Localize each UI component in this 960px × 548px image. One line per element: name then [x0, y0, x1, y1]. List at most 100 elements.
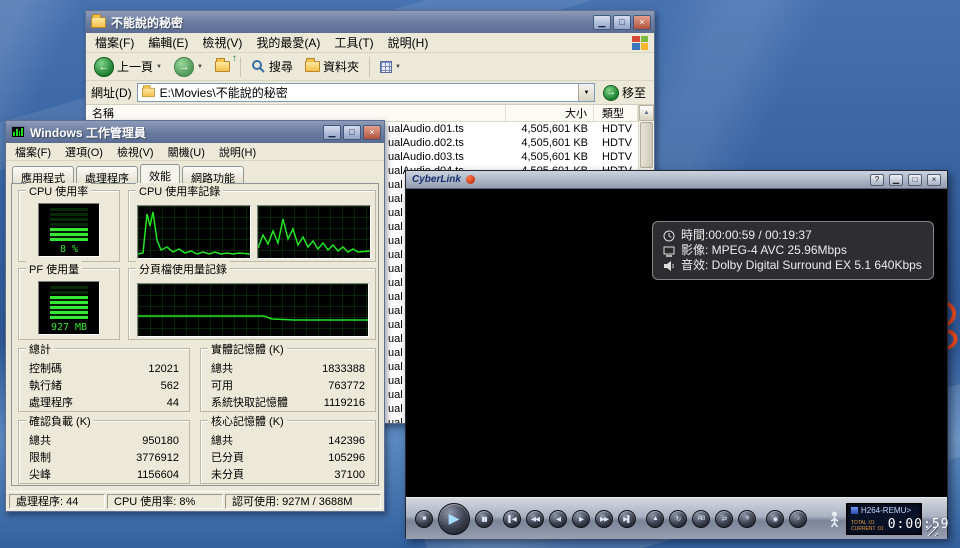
stop-button[interactable]: ■ [415, 510, 433, 528]
help-button[interactable]: ? [870, 174, 884, 186]
lcd-time: 0:00:59 [888, 517, 950, 532]
kernel-memory-group: 核心記憶體 (K) 總共142396 已分頁105296 未分頁37100 [200, 420, 376, 484]
scrollbar-thumb[interactable] [640, 122, 653, 168]
stat-value: 3776912 [136, 450, 179, 467]
menu-item[interactable]: 工具(T) [327, 32, 380, 53]
next-button[interactable]: ▶▌ [618, 510, 636, 528]
search-label: 搜尋 [269, 58, 293, 75]
step-forward-button[interactable]: ▶ [572, 510, 590, 528]
views-button[interactable]: ▼ [376, 59, 405, 75]
scroll-up-button[interactable]: ▲ [639, 105, 654, 121]
explorer-titlebar[interactable]: 不能說的秘密 ▁ □ × [86, 11, 654, 33]
back-button[interactable]: ← 上一頁 ▼ [90, 55, 166, 79]
menu-item[interactable]: 說明(H) [212, 142, 263, 162]
stat-label: 尖峰 [29, 467, 51, 484]
shuffle-button[interactable]: ⇄ [715, 510, 733, 528]
stat-value: 12021 [148, 361, 179, 378]
stat-label: 未分頁 [211, 467, 244, 484]
minimize-button[interactable]: ▁ [593, 15, 611, 30]
forward-button[interactable]: → ▼ [170, 55, 207, 79]
stat-label: 處理程序 [29, 395, 73, 412]
stat-label: 總共 [211, 433, 233, 450]
main-controls: ■ ▶ ▮▮ [415, 503, 493, 535]
capture-button[interactable]: ◉ [766, 510, 784, 528]
stat-label: 執行緒 [29, 378, 62, 395]
close-button[interactable]: × [927, 174, 941, 186]
pf-usage-value: 927 MB [39, 322, 99, 333]
column-header-type[interactable]: 類型 [594, 105, 638, 121]
cpu-history-group: CPU 使用率記錄 [128, 190, 376, 262]
column-header-size[interactable]: 大小 [506, 105, 594, 121]
close-button[interactable]: × [633, 15, 651, 30]
commit-charge-group: 確認負載 (K) 總共950180 限制3776912 尖峰1156604 [18, 420, 190, 484]
stat-value: 142396 [328, 433, 365, 450]
taskmanager-titlebar[interactable]: Windows 工作管理員 ▁ □ × [6, 121, 384, 143]
desktop: 不能說的秘密 ▁ □ × 檔案(F)編輯(E)檢視(V)我的最愛(A)工具(T)… [0, 0, 960, 548]
player-titlebar[interactable]: CyberLink ? ▁ □ × [406, 171, 947, 189]
eject-button[interactable]: ▲ [646, 510, 664, 528]
menu-item[interactable]: 編輯(E) [141, 32, 195, 53]
pause-button[interactable]: ▮▮ [475, 510, 493, 528]
play-button[interactable]: ▶ [438, 503, 470, 535]
search-button[interactable]: 搜尋 [247, 56, 297, 77]
minimize-button[interactable]: ▁ [889, 174, 903, 186]
disc-icon [851, 507, 858, 514]
stat-label: 系統快取記憶體 [211, 395, 288, 412]
explorer-toolbar: ← 上一頁 ▼ → ▼ ↑ 搜尋 資料夾 [86, 53, 654, 81]
address-dropdown-button[interactable]: ▼ [578, 84, 594, 101]
tab-performance[interactable]: 效能 [140, 164, 180, 183]
folder-icon [142, 88, 155, 97]
taskmanager-menubar: 檔案(F)選項(O)檢視(V)關機(U)說明(H) [6, 143, 384, 161]
file-size: 4,505,601 KB [506, 151, 594, 163]
stat-value: 37100 [334, 467, 365, 484]
menu-item[interactable]: 我的最愛(A) [249, 32, 327, 53]
right-controls: ◉♪ [766, 510, 807, 528]
menu-item[interactable]: 檔案(F) [8, 142, 58, 162]
maximize-button[interactable]: □ [908, 174, 922, 186]
lcd-display: H264-REMU> TOTAL :01 CURRENT :01 0:00:59 [846, 503, 922, 535]
folder-icon [91, 17, 106, 28]
maximize-button[interactable]: □ [343, 125, 361, 140]
minimize-button[interactable]: ▁ [323, 125, 341, 140]
chevron-down-icon: ▼ [395, 64, 401, 70]
taskmanager-icon [11, 126, 25, 138]
menu-item[interactable]: 檢視(V) [195, 32, 249, 53]
menu-item[interactable]: 關機(U) [161, 142, 212, 162]
player-window: CyberLink ? ▁ □ × 時間:00:00:59 / 00:19:37 [405, 170, 948, 538]
totals-group: 總計 控制碼12021 執行緒562 處理程序44 [18, 348, 190, 412]
video-icon [663, 245, 675, 257]
rewind-button[interactable]: ◀◀ [526, 510, 544, 528]
back-icon: ← [94, 57, 114, 77]
user-icon[interactable] [829, 511, 840, 527]
speaker-icon [663, 260, 675, 272]
menu-item[interactable]: 說明(H) [381, 32, 436, 53]
ab-repeat-button[interactable]: AB [692, 510, 710, 528]
previous-button[interactable]: ▌◀ [503, 510, 521, 528]
up-button[interactable]: ↑ [211, 59, 234, 74]
osd-time: 時間:00:00:59 / 00:19:37 [681, 228, 812, 243]
cpu-usage-group: CPU 使用率 8 % [18, 190, 120, 262]
menu-item[interactable]: 選項(O) [58, 142, 110, 162]
column-header-name[interactable]: 名稱 [86, 105, 506, 121]
audio-track-button[interactable]: ♪ [789, 510, 807, 528]
menu-item[interactable]: 檢視(V) [110, 142, 161, 162]
group-title: 確認負載 (K) [26, 413, 94, 429]
menu-items: 檔案(F)編輯(E)檢視(V)我的最愛(A)工具(T)說明(H) [88, 32, 628, 53]
menu-button[interactable]: ≡ [738, 510, 756, 528]
pf-history-group: 分頁檔使用量記錄 [128, 268, 376, 340]
fast-forward-button[interactable]: ▶▶ [595, 510, 613, 528]
stat-value: 105296 [328, 450, 365, 467]
menu-item[interactable]: 檔案(F) [88, 32, 141, 53]
stat-label: 可用 [211, 378, 233, 395]
video-area[interactable]: 時間:00:00:59 / 00:19:37 影像: MPEG-4 AVC 25… [406, 189, 947, 497]
go-button[interactable]: → 移至 [600, 84, 649, 101]
resize-grip[interactable] [927, 525, 938, 536]
close-button[interactable]: × [363, 125, 381, 140]
repeat-button[interactable]: ↻ [669, 510, 687, 528]
step-back-button[interactable]: ◀ [549, 510, 567, 528]
folders-button[interactable]: 資料夾 [301, 56, 363, 77]
address-input[interactable]: E:\Movies\不能說的秘密 ▼ [137, 83, 595, 102]
osd-overlay: 時間:00:00:59 / 00:19:37 影像: MPEG-4 AVC 25… [652, 221, 934, 280]
extra-controls: ▲ ↻ AB ⇄ ≡ [646, 510, 756, 528]
maximize-button[interactable]: □ [613, 15, 631, 30]
